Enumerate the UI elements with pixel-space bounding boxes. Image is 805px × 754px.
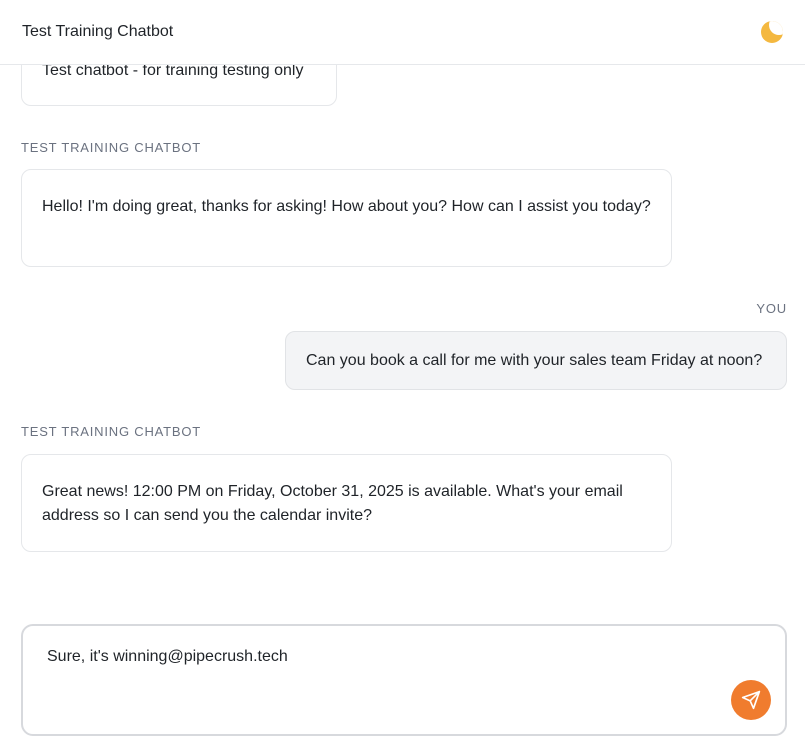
- message-composer[interactable]: Sure, it's winning@pipecrush.tech: [21, 624, 787, 736]
- sender-label: YOU: [756, 301, 787, 316]
- send-icon: [741, 690, 761, 710]
- message-text: Hello! I'm doing great, thanks for askin…: [42, 198, 651, 215]
- send-button[interactable]: [731, 680, 771, 720]
- chat-app: Test chatbot - for training testing only…: [0, 0, 805, 754]
- user-message: Can you book a call for me with your sal…: [285, 331, 787, 390]
- sender-label: TEST TRAINING CHATBOT: [21, 140, 202, 155]
- message-input[interactable]: Sure, it's winning@pipecrush.tech: [47, 648, 288, 666]
- bot-message: Hello! I'm doing great, thanks for askin…: [21, 169, 672, 267]
- message-list[interactable]: Test chatbot - for training testing only…: [0, 0, 805, 600]
- app-header: Test Training Chatbot: [0, 0, 805, 65]
- bot-message: Great news! 12:00 PM on Friday, October …: [21, 454, 672, 552]
- theme-toggle-button[interactable]: [761, 21, 783, 43]
- page-title: Test Training Chatbot: [22, 23, 174, 40]
- message-text: Great news! 12:00 PM on Friday, October …: [42, 483, 623, 524]
- sender-label: TEST TRAINING CHATBOT: [21, 424, 202, 439]
- moon-icon: [761, 21, 783, 43]
- message-text: Can you book a call for me with your sal…: [306, 352, 763, 369]
